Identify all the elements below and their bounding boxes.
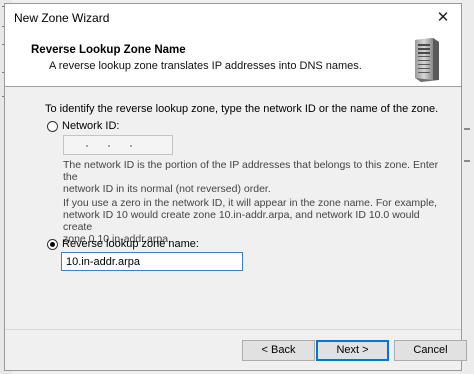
wizard-header: Reverse Lookup Zone Name A reverse looku… <box>5 32 461 87</box>
server-icon <box>415 38 439 82</box>
footer-divider <box>5 329 461 330</box>
zone-name-input[interactable] <box>61 252 243 271</box>
intro-text: To identify the reverse lookup zone, typ… <box>45 103 439 115</box>
network-id-description: The network ID is the portion of the IP … <box>63 159 447 195</box>
page-subtitle: A reverse lookup zone translates IP addr… <box>49 60 362 72</box>
network-id-label[interactable]: Network ID: <box>62 120 119 132</box>
network-id-description-line: network ID in its normal (not reversed) … <box>63 183 271 195</box>
close-icon[interactable]: ✕ <box>431 7 455 29</box>
new-zone-wizard-dialog: New Zone Wizard ✕ Reverse Lookup Zone Na… <box>4 3 467 371</box>
zero-note-line: If you use a zero in the network ID, it … <box>63 197 438 209</box>
zone-name-label[interactable]: Reverse lookup zone name: <box>62 238 199 250</box>
next-button[interactable]: Next > <box>316 340 389 361</box>
page-title: Reverse Lookup Zone Name <box>31 44 186 56</box>
zone-name-radio[interactable] <box>47 239 58 250</box>
back-button[interactable]: < Back <box>242 340 315 361</box>
cancel-button[interactable]: Cancel <box>394 340 467 361</box>
network-id-input <box>63 135 173 155</box>
network-id-description-line: The network ID is the portion of the IP … <box>63 159 439 183</box>
zero-note-line: network ID 10 would create zone 10.in-ad… <box>63 209 420 233</box>
title-bar: New Zone Wizard ✕ <box>5 4 461 32</box>
wizard-body: To identify the reverse lookup zone, typ… <box>5 87 461 327</box>
window-title: New Zone Wizard <box>14 11 110 25</box>
background-window-right <box>460 0 474 374</box>
network-id-radio[interactable] <box>47 121 58 132</box>
